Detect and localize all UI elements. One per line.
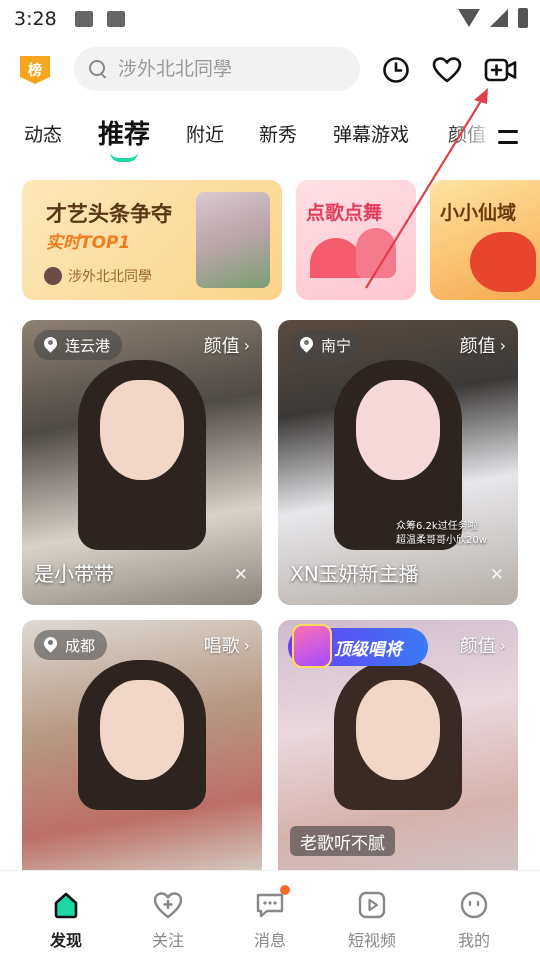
- chevron-right-icon: ›: [243, 635, 250, 655]
- tab-fade: [445, 112, 540, 164]
- active-tab-indicator: [110, 152, 138, 162]
- streamer-face: [100, 680, 184, 780]
- bottom-navigation: 发现 关注 消息 短视频 我的: [0, 870, 540, 960]
- nav-label: 关注: [151, 931, 184, 950]
- search-icon: [88, 59, 108, 79]
- location-chip: 南宁: [290, 330, 364, 360]
- image-notification-icon: [74, 11, 93, 27]
- close-icon[interactable]: ✕: [490, 565, 504, 585]
- banner-subtitle: 实时TOP1: [46, 233, 131, 253]
- location-text: 连云港: [65, 336, 111, 355]
- nav-label: 我的: [457, 931, 490, 950]
- tab-dongtai[interactable]: 动态: [24, 120, 62, 147]
- nav-label: 发现: [49, 931, 82, 950]
- badge-text: 顶级唱将: [334, 639, 402, 660]
- banner-title: 才艺头条争夺: [46, 202, 172, 226]
- song-request-banner[interactable]: 点歌点舞: [296, 180, 416, 300]
- more-tabs-icon[interactable]: [498, 130, 518, 144]
- nav-label: 短视频: [347, 931, 396, 950]
- category-text: 颜值: [459, 336, 496, 357]
- location-pin-icon: [44, 337, 57, 354]
- profile-icon: [458, 889, 490, 921]
- status-bar: 3:28: [0, 0, 540, 38]
- location-pin-icon: [300, 337, 313, 354]
- close-icon[interactable]: ✕: [234, 565, 248, 585]
- banner-title: 小小仙域: [440, 202, 517, 224]
- tab-xinxiu[interactable]: 新秀: [259, 120, 297, 147]
- chevron-right-icon: ›: [243, 335, 250, 355]
- chevron-right-icon: ›: [499, 335, 506, 355]
- notification-dot: [280, 885, 290, 895]
- search-input[interactable]: [118, 58, 338, 80]
- streamer-face: [356, 680, 440, 780]
- live-room-card[interactable]: 南宁 颜值 › 众筹6.2k过任务啦 超温柔哥哥小欣20w XN玉妍新主播 ✕: [278, 320, 518, 605]
- rank-badge[interactable]: 榜: [20, 56, 50, 84]
- category-text: 唱歌: [203, 636, 240, 657]
- nav-profile[interactable]: 我的: [420, 889, 528, 951]
- status-right-icons: [458, 8, 528, 28]
- category-label[interactable]: 唱歌 ›: [204, 632, 250, 658]
- category-label[interactable]: 颜值 ›: [460, 632, 506, 658]
- heart-icon[interactable]: [432, 55, 462, 85]
- crown-badge-icon: [292, 624, 332, 668]
- header: 榜: [0, 44, 540, 94]
- nav-short-video[interactable]: 短视频: [318, 889, 426, 951]
- song-tag: 老歌听不腻: [290, 826, 395, 856]
- location-text: 南宁: [321, 336, 352, 355]
- message-icon: [254, 885, 290, 921]
- streamer-face: [356, 380, 440, 480]
- tab-tuijian[interactable]: 推荐: [98, 114, 150, 151]
- stream-overlay-text: 众筹6.2k过任务啦 超温柔哥哥小欣20w: [396, 521, 487, 546]
- start-live-icon[interactable]: [484, 55, 518, 85]
- talent-headline-banner[interactable]: 才艺头条争夺 实时TOP1 涉外北北同學: [22, 180, 282, 300]
- streamer-name: 是小带带: [34, 562, 114, 586]
- history-icon[interactable]: [381, 55, 411, 85]
- banner-title: 点歌点舞: [306, 202, 383, 224]
- game-banner[interactable]: 小小仙域: [430, 180, 540, 300]
- follow-heart-icon: [152, 889, 184, 921]
- banner-user-name: 涉外北北同學: [68, 269, 152, 285]
- banner-photo: [196, 192, 270, 288]
- dragon-illustration: [470, 232, 536, 292]
- short-video-icon: [356, 889, 388, 921]
- category-label[interactable]: 颜值 ›: [204, 332, 250, 358]
- signal-icon: [490, 9, 508, 27]
- a-notification-icon: [106, 11, 125, 27]
- nav-label: 消息: [253, 931, 286, 950]
- category-text: 颜值: [459, 636, 496, 657]
- avatar: [44, 267, 62, 285]
- status-time: 3:28: [14, 8, 57, 30]
- nav-follow[interactable]: 关注: [114, 889, 222, 951]
- category-text: 颜值: [203, 336, 240, 357]
- location-pin-icon: [44, 637, 57, 654]
- tab-fujin[interactable]: 附近: [186, 120, 224, 147]
- streamer-name: XN玉妍新主播: [290, 562, 419, 586]
- streamer-face: [100, 380, 184, 480]
- live-room-card[interactable]: 顶级唱将 颜值 › 老歌听不腻: [278, 620, 518, 870]
- discover-icon: [50, 889, 82, 921]
- microphone-icon: [356, 228, 396, 278]
- location-text: 成都: [65, 636, 96, 655]
- banner-carousel: 才艺头条争夺 实时TOP1 涉外北北同學 点歌点舞 小小仙域: [0, 180, 540, 300]
- nav-messages[interactable]: 消息: [216, 885, 324, 951]
- fan-icon: [310, 238, 362, 278]
- location-chip: 成都: [34, 630, 108, 660]
- category-label[interactable]: 颜值 ›: [460, 332, 506, 358]
- tab-danmu-youxi[interactable]: 弹幕游戏: [333, 120, 409, 147]
- battery-icon: [518, 8, 528, 28]
- chevron-right-icon: ›: [499, 635, 506, 655]
- category-tabs: 动态 推荐 附近 新秀 弹幕游戏 颜值: [0, 112, 540, 164]
- banner-user: 涉外北北同學: [44, 266, 152, 286]
- live-room-card[interactable]: 连云港 颜值 › 是小带带 ✕: [22, 320, 262, 605]
- nav-discover[interactable]: 发现: [12, 889, 120, 951]
- top-singer-badge: 顶级唱将: [288, 624, 428, 668]
- wifi-icon: [458, 9, 480, 27]
- live-room-card[interactable]: 成都 唱歌 ›: [22, 620, 262, 870]
- search-bar[interactable]: [74, 47, 360, 91]
- location-chip: 连云港: [34, 330, 123, 360]
